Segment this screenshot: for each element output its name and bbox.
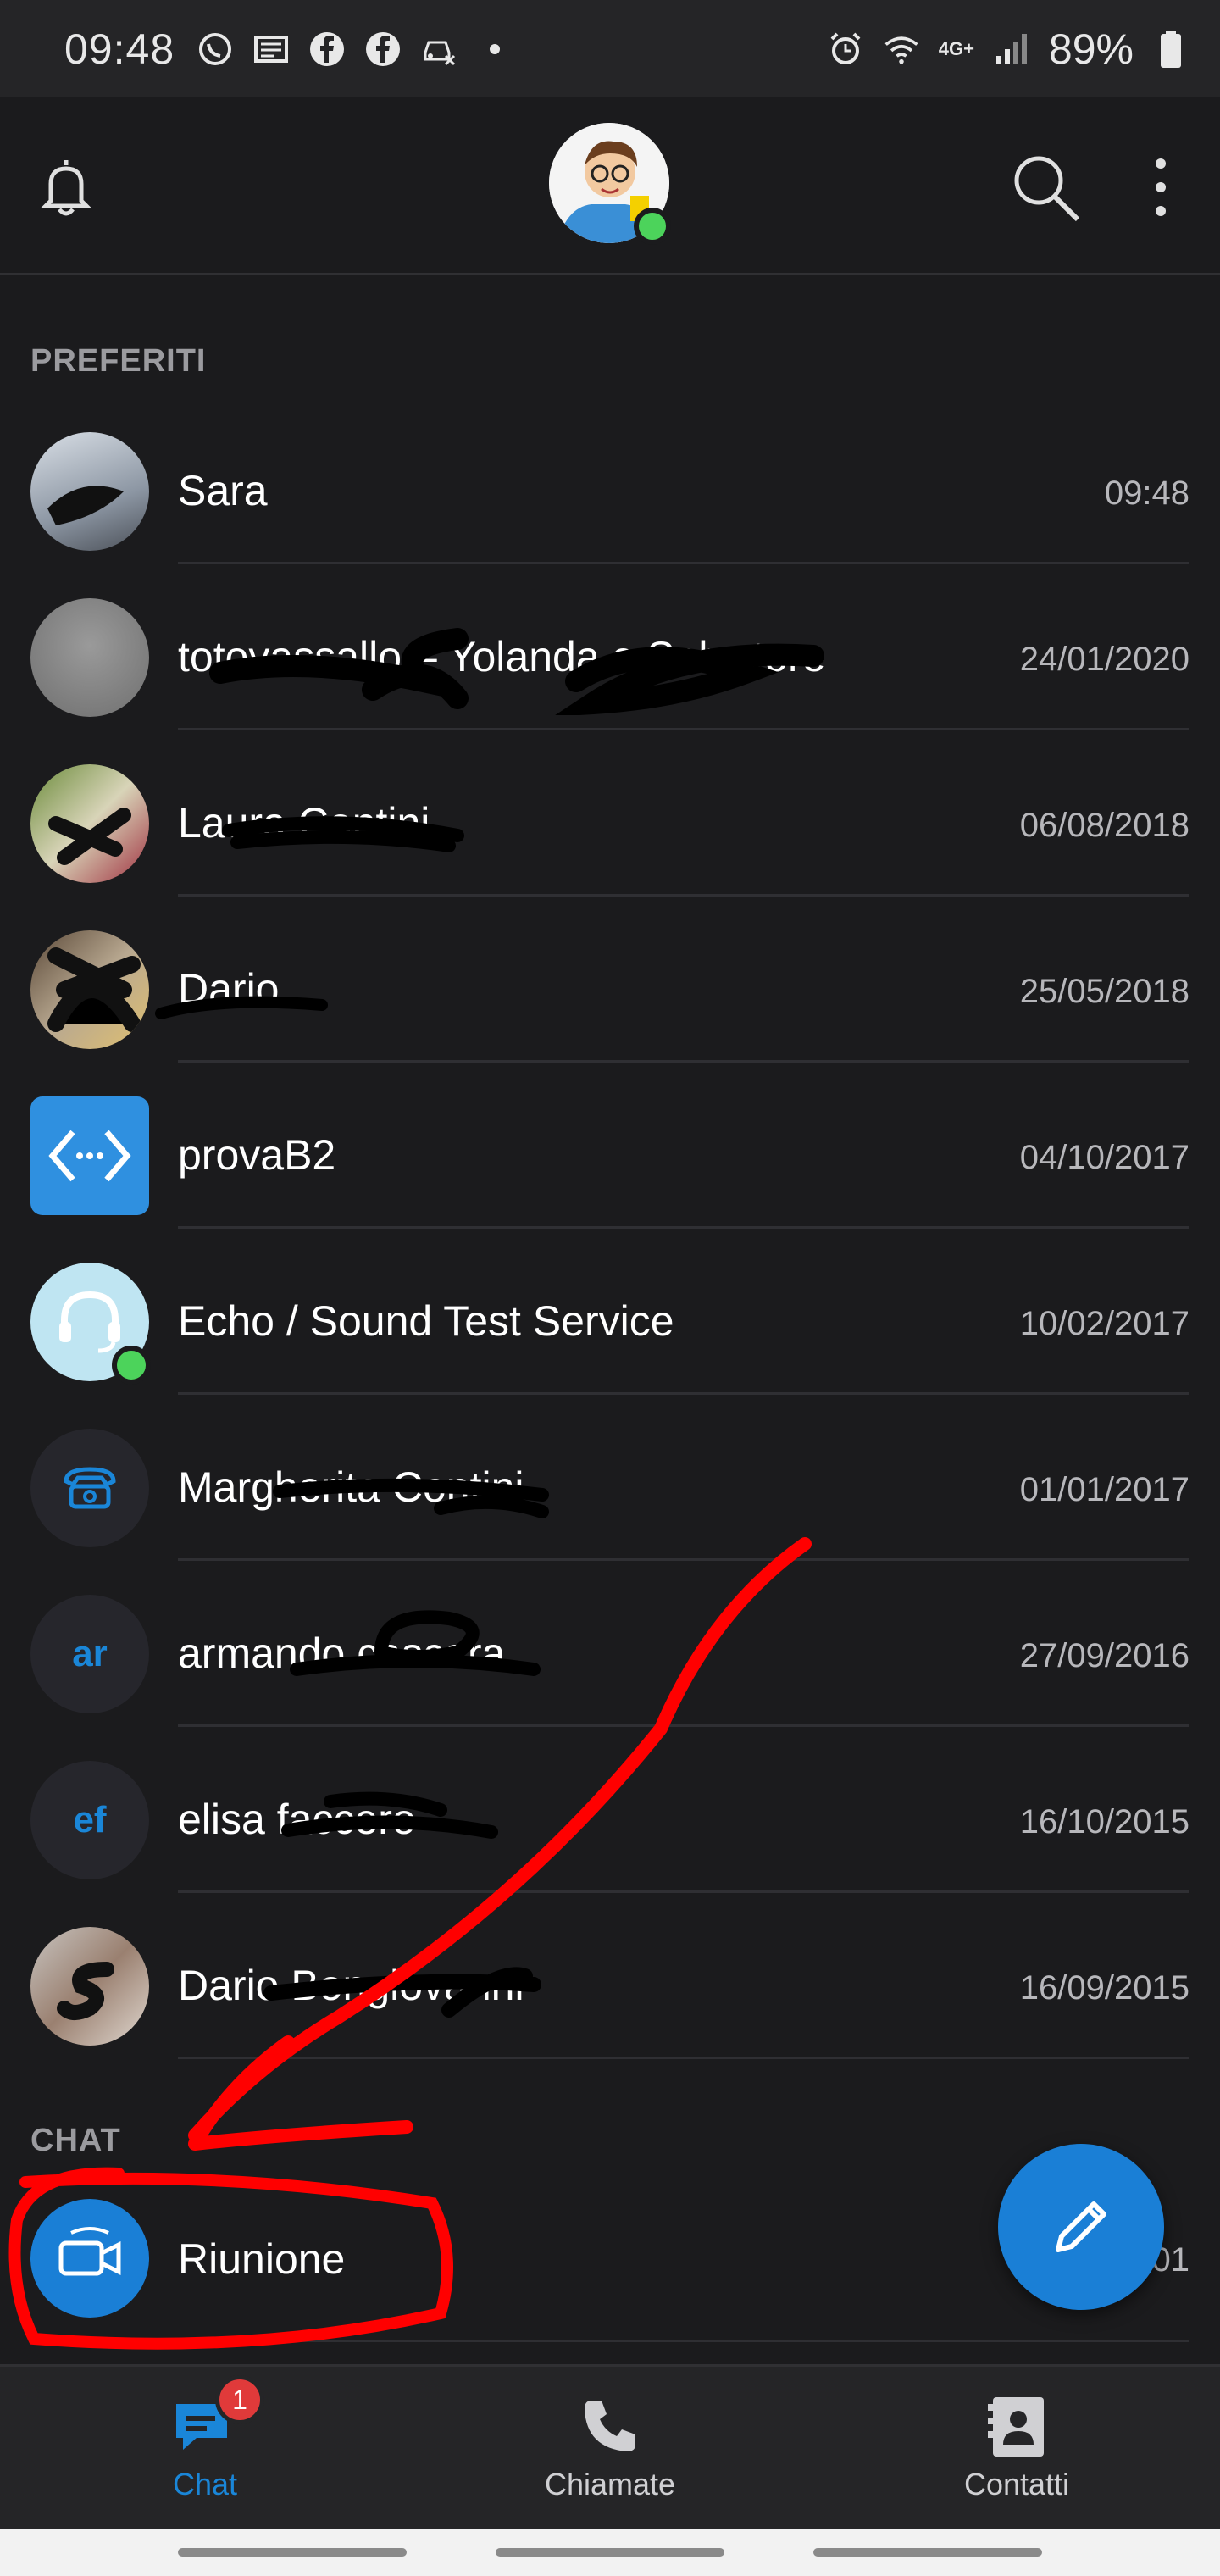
avatar bbox=[30, 1429, 149, 1547]
favorite-row[interactable]: totovassallo – Yolanda e Salvatore 24/01… bbox=[0, 563, 1220, 730]
video-camera-icon bbox=[58, 2227, 121, 2276]
initials-avatar: ar bbox=[30, 1595, 149, 1713]
contact-name: Laura Contini bbox=[178, 799, 430, 847]
favorite-row[interactable]: ar armando cascara 27/09/2016 bbox=[0, 1559, 1220, 1727]
code-icon bbox=[48, 1130, 131, 1182]
contact-name: provaB2 bbox=[178, 1131, 336, 1179]
avatar bbox=[30, 598, 149, 717]
tab-label: Contatti bbox=[963, 2467, 1070, 2501]
favorite-row[interactable]: Sara 09:48 bbox=[0, 397, 1220, 564]
favorite-row[interactable]: Margherita Contini 01/01/2017 bbox=[0, 1393, 1220, 1561]
chat-name: Riunione bbox=[178, 2235, 346, 2283]
last-message-date: 04/10/2017 bbox=[1019, 1139, 1190, 1176]
status-bar: 09:48 4G+ 89% bbox=[0, 0, 1220, 97]
avatar bbox=[30, 1927, 149, 2046]
avatar bbox=[30, 432, 149, 551]
tab-label: Chiamate bbox=[544, 2467, 676, 2501]
status-time: 09:48 bbox=[64, 25, 175, 73]
gesture-pill bbox=[496, 2548, 724, 2557]
favorite-row[interactable]: Echo / Sound Test Service 10/02/2017 bbox=[0, 1227, 1220, 1395]
network-type: 4G+ bbox=[938, 37, 974, 59]
search-icon[interactable] bbox=[1008, 150, 1084, 226]
notification-icons bbox=[197, 31, 513, 68]
phone-icon bbox=[64, 1467, 116, 1509]
phone-icon bbox=[576, 2392, 644, 2460]
contact-name: Dario Bongiovanni bbox=[178, 1962, 524, 2009]
news-icon bbox=[252, 31, 290, 68]
gesture-bar bbox=[0, 2529, 1220, 2576]
contact-name: Margherita Contini bbox=[178, 1463, 524, 1511]
gesture-pill bbox=[813, 2548, 1042, 2557]
favorite-row[interactable]: ef elisa faccero 16/10/2015 bbox=[0, 1725, 1220, 1893]
bottom-navigation: 1 Chat Chiamate Contatti bbox=[0, 2364, 1220, 2529]
contact-name: totovassallo – Yolanda e Salvatore bbox=[178, 633, 826, 680]
whatsapp-icon bbox=[197, 31, 234, 68]
contact-name: Dario bbox=[178, 965, 280, 1013]
facebook-icon bbox=[308, 31, 346, 68]
battery-icon bbox=[1152, 30, 1190, 68]
favorite-row[interactable]: Dario 25/05/2018 bbox=[0, 895, 1220, 1063]
divider bbox=[178, 2057, 1190, 2059]
new-chat-button[interactable] bbox=[998, 2144, 1164, 2310]
tab-contacts[interactable]: Contatti bbox=[890, 2392, 1144, 2502]
wifi-icon bbox=[883, 31, 920, 68]
last-message-date: 27/09/2016 bbox=[1019, 1637, 1190, 1674]
contact-name: elisa faccero bbox=[178, 1796, 416, 1843]
bot-avatar bbox=[30, 1096, 149, 1215]
favorite-row[interactable]: Dario Bongiovanni 16/09/2015 bbox=[0, 1891, 1220, 2059]
last-message-date: 25/05/2018 bbox=[1019, 973, 1190, 1010]
battery-percent: 89% bbox=[1048, 25, 1134, 73]
chat-icon: 1 bbox=[171, 2375, 264, 2460]
pencil-icon bbox=[1056, 2201, 1106, 2252]
last-message-date: 16/09/2015 bbox=[1019, 1969, 1190, 2007]
alarm-icon bbox=[827, 31, 864, 68]
last-message-date: 10/02/2017 bbox=[1019, 1305, 1190, 1342]
last-message-date: 09:48 bbox=[1104, 475, 1190, 512]
tab-calls[interactable]: Chiamate bbox=[483, 2392, 737, 2502]
facebook-icon bbox=[364, 31, 402, 68]
gesture-pill bbox=[178, 2548, 407, 2557]
avatar bbox=[30, 764, 149, 883]
chat-section-label: CHAT bbox=[30, 2123, 121, 2158]
last-message-date: 24/01/2020 bbox=[1019, 641, 1190, 678]
tab-chat[interactable]: 1 Chat bbox=[78, 2375, 332, 2502]
contact-name: Sara bbox=[178, 467, 268, 514]
app-bar bbox=[0, 97, 1220, 275]
car-icon bbox=[420, 31, 458, 68]
divider bbox=[178, 2340, 1190, 2342]
more-options-icon[interactable] bbox=[1144, 153, 1178, 221]
last-message-date: 01/01/2017 bbox=[1019, 1471, 1190, 1508]
last-message-date: 06/08/2018 bbox=[1019, 807, 1190, 844]
unread-badge: 1 bbox=[215, 2375, 264, 2424]
contact-name: armando cascara bbox=[178, 1629, 506, 1677]
contact-name: Echo / Sound Test Service bbox=[178, 1297, 674, 1345]
avatar bbox=[30, 930, 149, 1049]
meeting-avatar bbox=[30, 2199, 149, 2318]
dot-icon bbox=[476, 31, 513, 68]
presence-indicator bbox=[112, 1346, 151, 1385]
favorites-section-label: PREFERITI bbox=[30, 343, 207, 379]
favorite-row[interactable]: Laura Contini 06/08/2018 bbox=[0, 729, 1220, 897]
contacts-icon bbox=[983, 2392, 1051, 2460]
tab-label: Chat bbox=[172, 2467, 238, 2501]
favorite-row[interactable]: provaB2 04/10/2017 bbox=[0, 1061, 1220, 1229]
initials-avatar: ef bbox=[30, 1761, 149, 1879]
bell-icon[interactable] bbox=[32, 153, 100, 221]
presence-indicator bbox=[634, 208, 671, 245]
last-message-date: 16/10/2015 bbox=[1019, 1803, 1190, 1840]
signal-icon bbox=[993, 31, 1030, 68]
